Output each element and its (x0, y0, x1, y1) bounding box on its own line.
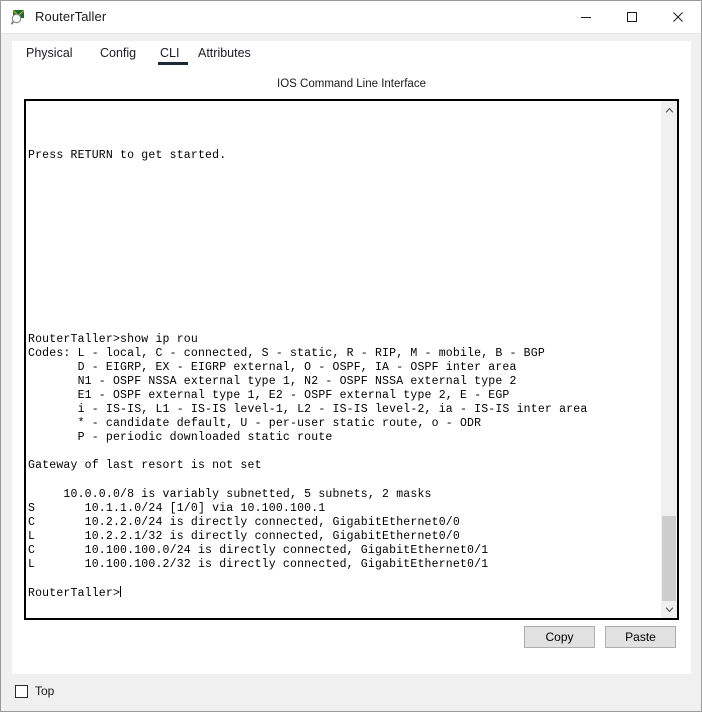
scroll-down-arrow-icon[interactable] (661, 601, 677, 618)
tab-attributes-label: Attributes (198, 46, 251, 60)
tab-physical-label: Physical (26, 46, 73, 60)
title-bar: RouterTaller (1, 1, 701, 34)
window-title: RouterTaller (35, 9, 107, 24)
tab-strip: Physical Config CLI Attributes (12, 41, 691, 69)
scroll-up-arrow-icon[interactable] (661, 101, 677, 118)
footer-bar: Top (2, 674, 700, 711)
terminal-container: Press RETURN to get started. RouterTalle… (24, 99, 679, 620)
terminal-prompt-line: RouterTaller> (28, 586, 660, 601)
close-button[interactable] (655, 1, 701, 33)
router-cli-window: RouterTaller Physical Config CLI Attribu… (0, 0, 702, 712)
terminal-scrollbar[interactable] (660, 101, 677, 618)
tab-attributes[interactable]: Attributes (196, 41, 266, 69)
packet-tracer-device-icon (10, 8, 28, 26)
text-caret (120, 586, 122, 598)
minimize-button[interactable] (563, 1, 609, 33)
terminal-prompt: RouterTaller> (28, 587, 121, 601)
tab-cli[interactable]: CLI (158, 41, 188, 69)
tab-physical[interactable]: Physical (24, 41, 90, 69)
terminal-output: Press RETURN to get started. RouterTalle… (28, 149, 588, 571)
top-checkbox-row[interactable]: Top (15, 684, 54, 698)
paste-button[interactable]: Paste (605, 626, 676, 648)
cli-caption: IOS Command Line Interface (277, 78, 426, 90)
window-controls (563, 1, 701, 33)
cli-panel: IOS Command Line Interface Press RETURN … (12, 69, 691, 674)
tab-cli-label: CLI (160, 46, 180, 60)
top-checkbox-label: Top (35, 684, 55, 698)
terminal-output-area[interactable]: Press RETURN to get started. RouterTalle… (26, 101, 660, 618)
tab-config-label: Config (100, 46, 137, 60)
maximize-button[interactable] (609, 1, 655, 33)
top-checkbox[interactable] (15, 684, 28, 698)
copy-button[interactable]: Copy (524, 626, 595, 648)
tab-config[interactable]: Config (98, 41, 150, 69)
scrollbar-thumb[interactable] (662, 516, 676, 601)
